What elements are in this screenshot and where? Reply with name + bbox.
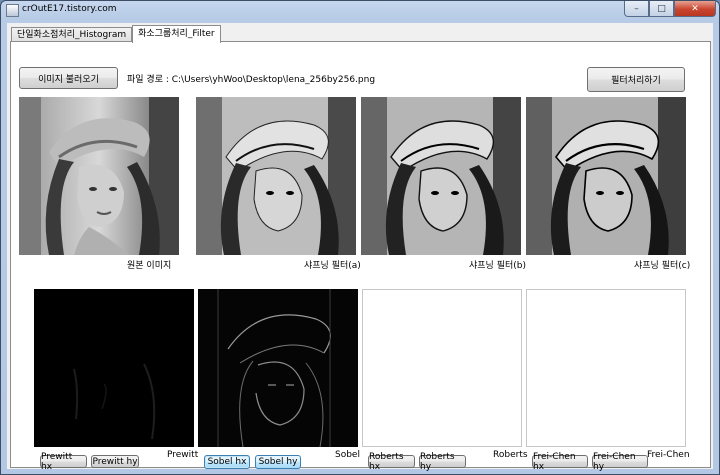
roberts-hy-button[interactable]: Roberts hy bbox=[419, 452, 466, 472]
window-title: crOutE17.tistory.com bbox=[22, 4, 117, 14]
sharpen-a-image bbox=[196, 97, 356, 255]
sharpen-c-caption: 샤프닝 필터(c) bbox=[634, 261, 691, 271]
maximize-button[interactable]: □ bbox=[649, 1, 674, 17]
prewitt-label: Prewitt bbox=[167, 450, 199, 460]
filter-tab-page: 이미지 불러오기 파일 경로 : C:\Users\yhWoo\Desktop\… bbox=[10, 41, 711, 472]
sharpen-b-image bbox=[361, 97, 521, 255]
sharpen-b-caption: 샤프닝 필터(b) bbox=[469, 261, 526, 271]
roberts-image bbox=[362, 289, 522, 447]
frei-chen-label: Frei-Chen bbox=[647, 450, 690, 460]
prewitt-hy-button[interactable]: Prewitt hy bbox=[91, 455, 139, 468]
sobel-label: Sobel bbox=[335, 450, 360, 460]
sobel-hx-button[interactable]: Sobel hx bbox=[204, 455, 250, 469]
original-image-caption: 원본 이미지 bbox=[127, 261, 172, 271]
roberts-label: Roberts bbox=[493, 450, 528, 460]
app-icon bbox=[6, 4, 19, 17]
sharpen-c-image bbox=[526, 97, 686, 255]
file-path-label: 파일 경로 : C:\Users\yhWoo\Desktop\lena_256b… bbox=[127, 75, 376, 85]
tab-filter[interactable]: 화소그룹처리_Filter bbox=[132, 25, 221, 43]
load-image-button[interactable]: 이미지 불러오기 bbox=[19, 67, 118, 89]
close-button[interactable]: ✕ bbox=[674, 1, 716, 17]
frei-chen-hy-button[interactable]: Frei-Chen hy bbox=[592, 452, 648, 472]
sobel-image bbox=[198, 289, 358, 447]
apply-filter-button[interactable]: 필터처리하기 bbox=[587, 67, 685, 92]
roberts-hx-button[interactable]: Roberts hx bbox=[368, 452, 415, 472]
sobel-hy-button[interactable]: Sobel hy bbox=[255, 455, 301, 469]
app-window: crOutE17.tistory.com – □ ✕ 단일화소점처리_Histo… bbox=[0, 0, 720, 475]
prewitt-hx-button[interactable]: Prewitt hx bbox=[40, 452, 87, 472]
prewitt-image bbox=[34, 289, 194, 447]
minimize-button[interactable]: – bbox=[624, 1, 649, 17]
client-area: 단일화소점처리_Histogram 화소그룹처리_Filter 이미지 불러오기… bbox=[7, 23, 713, 472]
title-bar[interactable]: crOutE17.tistory.com – □ ✕ bbox=[1, 1, 719, 19]
original-image bbox=[19, 97, 179, 255]
tab-strip: 단일화소점처리_Histogram 화소그룹처리_Filter bbox=[11, 25, 221, 43]
tab-histogram[interactable]: 단일화소점처리_Histogram bbox=[11, 27, 133, 42]
frei-chen-hx-button[interactable]: Frei-Chen hx bbox=[532, 452, 588, 472]
sharpen-a-caption: 샤프닝 필터(a) bbox=[304, 261, 361, 271]
frei-chen-image bbox=[526, 289, 686, 447]
